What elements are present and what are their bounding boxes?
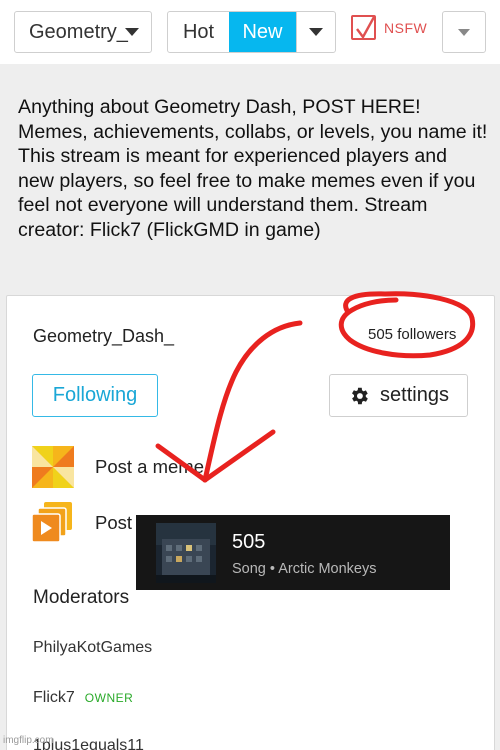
moderator-item[interactable]: PhilyaKotGames xyxy=(33,639,152,657)
top-toolbar: Geometry_ Hot New NSFW xyxy=(0,0,500,64)
stream-select-label: Geometry_ xyxy=(29,20,128,43)
song-title: 505 xyxy=(232,531,266,553)
imgflip-watermark: imgflip.com xyxy=(3,735,54,746)
gear-icon xyxy=(352,387,368,404)
following-button[interactable]: Following xyxy=(32,374,158,417)
settings-button[interactable]: settings xyxy=(329,374,468,417)
stream-description: Anything about Geometry Dash, POST HERE!… xyxy=(18,96,488,241)
song-subtitle: Song • Arctic Monkeys xyxy=(232,561,377,577)
moderator-item[interactable]: Flick7 OWNER xyxy=(33,689,133,707)
nsfw-label: NSFW xyxy=(384,19,428,36)
moderator-name: Flick7 xyxy=(33,689,75,706)
album-cover xyxy=(156,523,216,583)
post-meme-link[interactable]: Post a meme xyxy=(95,456,204,478)
sort-hot-button[interactable]: Hot xyxy=(168,12,229,52)
stream-select[interactable]: Geometry_ xyxy=(14,11,152,53)
nsfw-checkbox[interactable] xyxy=(351,15,376,40)
images-icon xyxy=(32,502,72,543)
sort-more-button[interactable] xyxy=(296,12,335,52)
followers-count[interactable]: 505 followers xyxy=(368,326,456,343)
pinwheel-icon xyxy=(32,446,74,488)
menu-button[interactable] xyxy=(442,11,486,53)
album-art-image xyxy=(156,523,216,583)
chevron-down-icon xyxy=(458,28,470,36)
stream-name[interactable]: Geometry_Dash_ xyxy=(33,326,174,347)
sort-selector: Hot New xyxy=(167,11,336,53)
moderator-name: PhilyaKotGames xyxy=(33,639,153,656)
checkmark-icon xyxy=(356,16,376,40)
chevron-down-icon xyxy=(125,28,139,36)
nsfw-toggle[interactable]: NSFW xyxy=(351,15,427,40)
sort-new-button[interactable]: New xyxy=(229,12,296,52)
spotify-song-card: 505 Song • Arctic Monkeys xyxy=(136,515,450,590)
owner-badge: OWNER xyxy=(84,691,134,705)
moderators-title: Moderators xyxy=(33,587,130,608)
settings-label: settings xyxy=(380,384,449,406)
chevron-down-icon xyxy=(309,28,323,36)
